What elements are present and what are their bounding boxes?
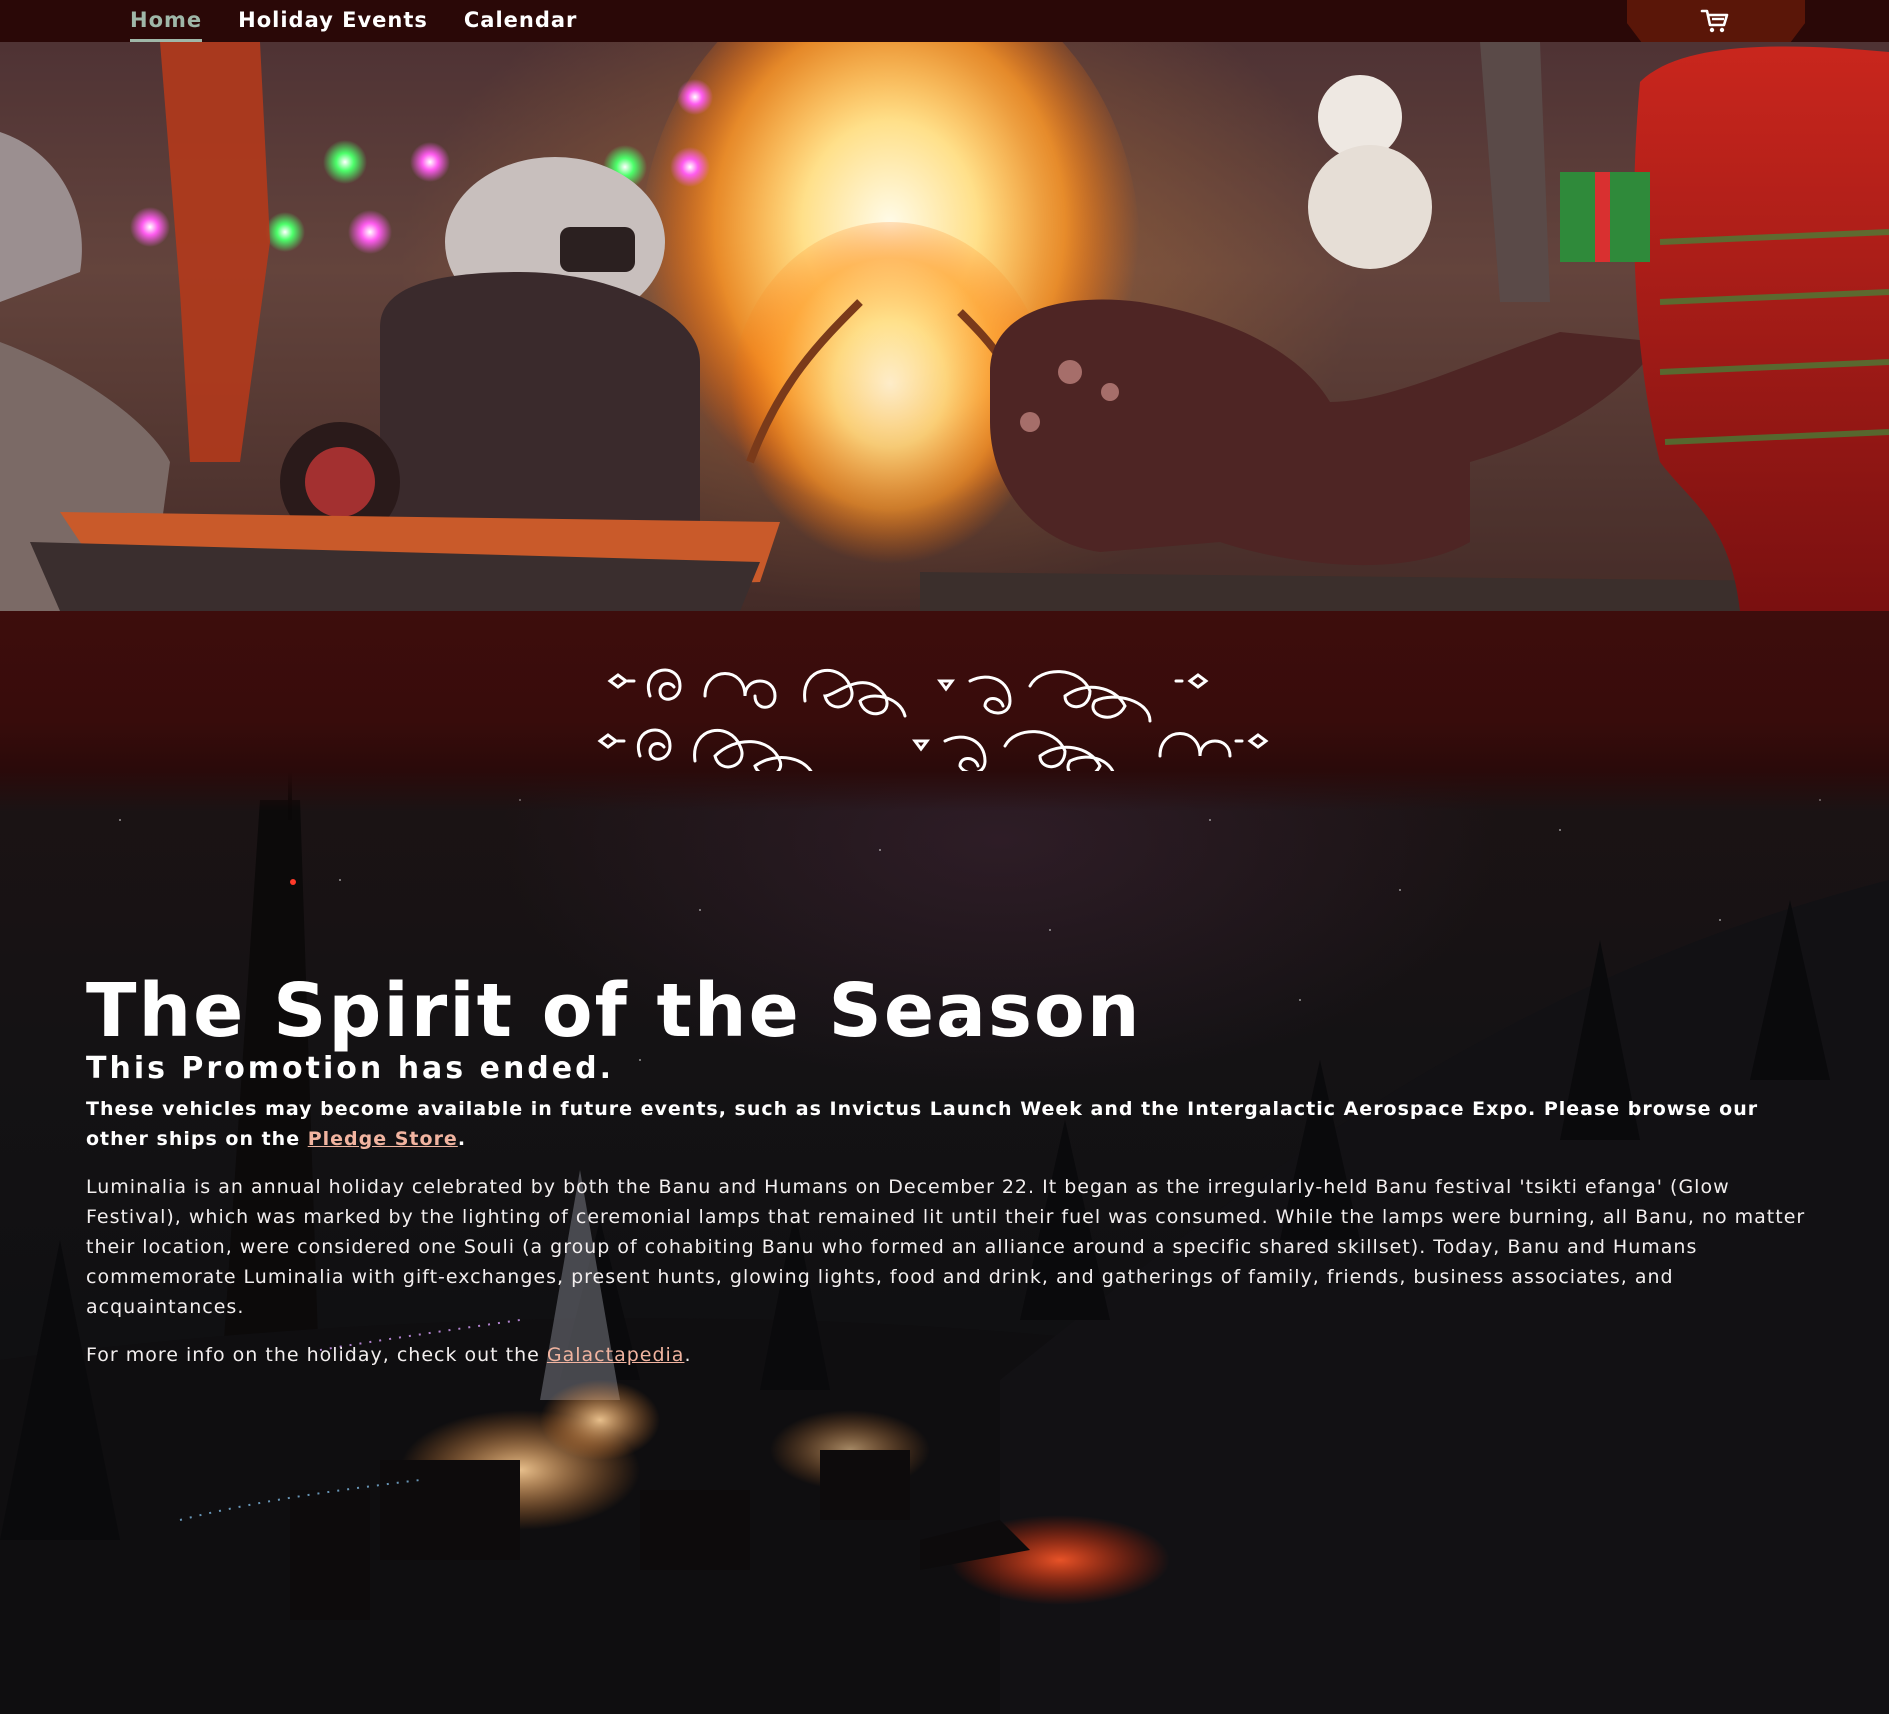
- cart-button[interactable]: [1627, 0, 1805, 42]
- nav-links: Home Holiday Events Calendar: [130, 0, 577, 42]
- nav-item-home[interactable]: Home: [130, 0, 203, 42]
- pledge-store-link[interactable]: Pledge Store: [308, 1128, 458, 1150]
- promotion-status: This Promotion has ended.: [86, 1051, 615, 1086]
- more-info-line: For more info on the holiday, check out …: [86, 1340, 1806, 1370]
- nav-item-calendar[interactable]: Calendar: [464, 0, 578, 42]
- hero-image: [0, 42, 1889, 611]
- page-title: The Spirit of the Season: [86, 968, 1142, 1054]
- more-info-text: For more info on the holiday, check out …: [86, 1344, 547, 1366]
- banu-glyph-script-icon: [597, 668, 1269, 771]
- promotion-content: The Spirit of the Season This Promotion …: [86, 970, 1806, 1370]
- promotion-notice: These vehicles may become available in f…: [86, 1094, 1806, 1154]
- notice-end: .: [457, 1128, 467, 1150]
- nav-item-holiday-events[interactable]: Holiday Events: [238, 0, 428, 42]
- hero-scene-illustration: [0, 42, 1889, 611]
- top-navbar: Home Holiday Events Calendar: [0, 0, 1889, 42]
- holiday-description: Luminalia is an annual holiday celebrate…: [86, 1176, 1806, 1318]
- shopping-cart-icon: [1700, 9, 1729, 33]
- banu-title-band: [0, 611, 1889, 811]
- galactapedia-link[interactable]: Galactapedia: [547, 1344, 685, 1366]
- more-info-end: .: [684, 1344, 692, 1366]
